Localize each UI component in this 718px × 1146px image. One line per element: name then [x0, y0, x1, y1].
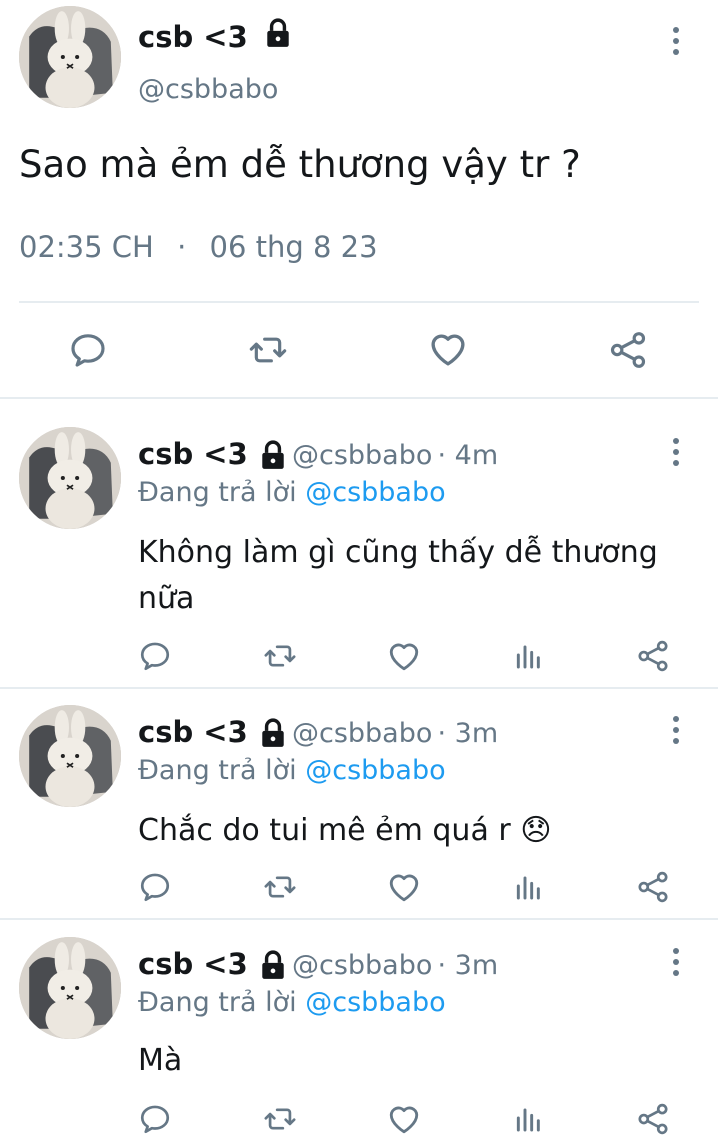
replying-to-handle[interactable]: @csbbabo	[305, 755, 445, 786]
reply-author-name[interactable]: csb <3	[138, 947, 248, 981]
lock-icon	[259, 718, 287, 752]
tweet-text: Sao mà ẻm dễ thương vậy tr ?	[19, 143, 581, 186]
reply-header: csb <3 @csbbabo · 4m	[138, 437, 498, 477]
replying-to-label: Đang trả lời	[138, 987, 297, 1018]
replying-to-label: Đang trả lời	[138, 755, 297, 786]
more-options-icon[interactable]	[671, 948, 681, 981]
reply-age: · 3m	[437, 718, 499, 749]
tweet-timestamp[interactable]: 02:35 CH · 06 thg 8 23	[19, 230, 378, 264]
views-icon[interactable]	[513, 1102, 545, 1134]
reply-avatar[interactable]	[19, 705, 121, 807]
replying-to: Đang trả lời @csbbabo	[138, 755, 446, 786]
author-name-row[interactable]: csb <3	[138, 20, 292, 58]
reply-author-handle[interactable]: @csbbabo	[292, 440, 432, 471]
reply-text-line: Chắc do tui mê ẻm quá r 😞	[138, 813, 552, 848]
reply-icon[interactable]	[68, 330, 108, 370]
reply-age: · 3m	[437, 950, 499, 981]
share-icon[interactable]	[608, 330, 648, 370]
replying-to-label: Đang trả lời	[138, 477, 297, 508]
share-icon[interactable]	[636, 639, 670, 673]
more-options-icon[interactable]	[671, 716, 681, 749]
heart-icon[interactable]	[386, 638, 422, 674]
reply-text: Không làm gì cũng thấy dễ thương nữa	[138, 530, 658, 622]
replying-to: Đang trả lời @csbbabo	[138, 477, 446, 508]
reply-text: Chắc do tui mê ẻm quá r 😞	[138, 808, 552, 854]
replying-to-handle[interactable]: @csbbabo	[305, 477, 445, 508]
share-icon[interactable]	[636, 870, 670, 904]
author-handle[interactable]: @csbbabo	[138, 74, 278, 105]
reply-author-handle[interactable]: @csbbabo	[292, 950, 432, 981]
reply-age: · 4m	[437, 440, 499, 471]
reply-text-line: nữa	[138, 581, 195, 616]
author-avatar[interactable]	[19, 6, 121, 108]
replying-to-handle[interactable]: @csbbabo	[305, 987, 445, 1018]
lock-icon	[264, 18, 292, 55]
retweet-icon[interactable]	[261, 639, 299, 673]
heart-icon[interactable]	[427, 328, 469, 370]
lock-icon	[259, 440, 287, 474]
reply-text-line: Mà	[138, 1043, 183, 1078]
reply-header: csb <3 @csbbabo · 3m	[138, 947, 498, 987]
reply-author-name[interactable]: csb <3	[138, 715, 248, 749]
divider	[0, 397, 718, 399]
replying-to: Đang trả lời @csbbabo	[138, 987, 446, 1018]
reply-icon[interactable]	[138, 870, 172, 904]
lock-icon	[259, 950, 287, 984]
reply-author-handle[interactable]: @csbbabo	[292, 718, 432, 749]
reply-avatar[interactable]	[19, 937, 121, 1039]
heart-icon[interactable]	[386, 869, 422, 905]
reply-author-name[interactable]: csb <3	[138, 437, 248, 471]
timestamp-separator: ·	[177, 230, 187, 264]
author-name[interactable]: csb <3	[138, 20, 248, 54]
heart-icon[interactable]	[386, 1101, 422, 1137]
reply-icon[interactable]	[138, 1102, 172, 1136]
retweet-icon[interactable]	[261, 870, 299, 904]
views-icon[interactable]	[513, 639, 545, 671]
reply-header: csb <3 @csbbabo · 3m	[138, 715, 498, 755]
share-icon[interactable]	[636, 1102, 670, 1136]
divider	[0, 687, 718, 689]
retweet-icon[interactable]	[246, 330, 290, 370]
more-options-icon[interactable]	[671, 27, 681, 60]
divider	[19, 301, 699, 303]
reply-avatar[interactable]	[19, 427, 121, 529]
divider	[0, 918, 718, 920]
retweet-icon[interactable]	[261, 1102, 299, 1136]
more-options-icon[interactable]	[671, 438, 681, 471]
reply-text-line: Không làm gì cũng thấy dễ thương	[138, 535, 658, 570]
reply-icon[interactable]	[138, 639, 172, 673]
tweet-date: 06 thg 8 23	[209, 230, 378, 264]
reply-text: Mà	[138, 1038, 182, 1084]
views-icon[interactable]	[513, 870, 545, 902]
tweet-time: 02:35 CH	[19, 230, 154, 264]
